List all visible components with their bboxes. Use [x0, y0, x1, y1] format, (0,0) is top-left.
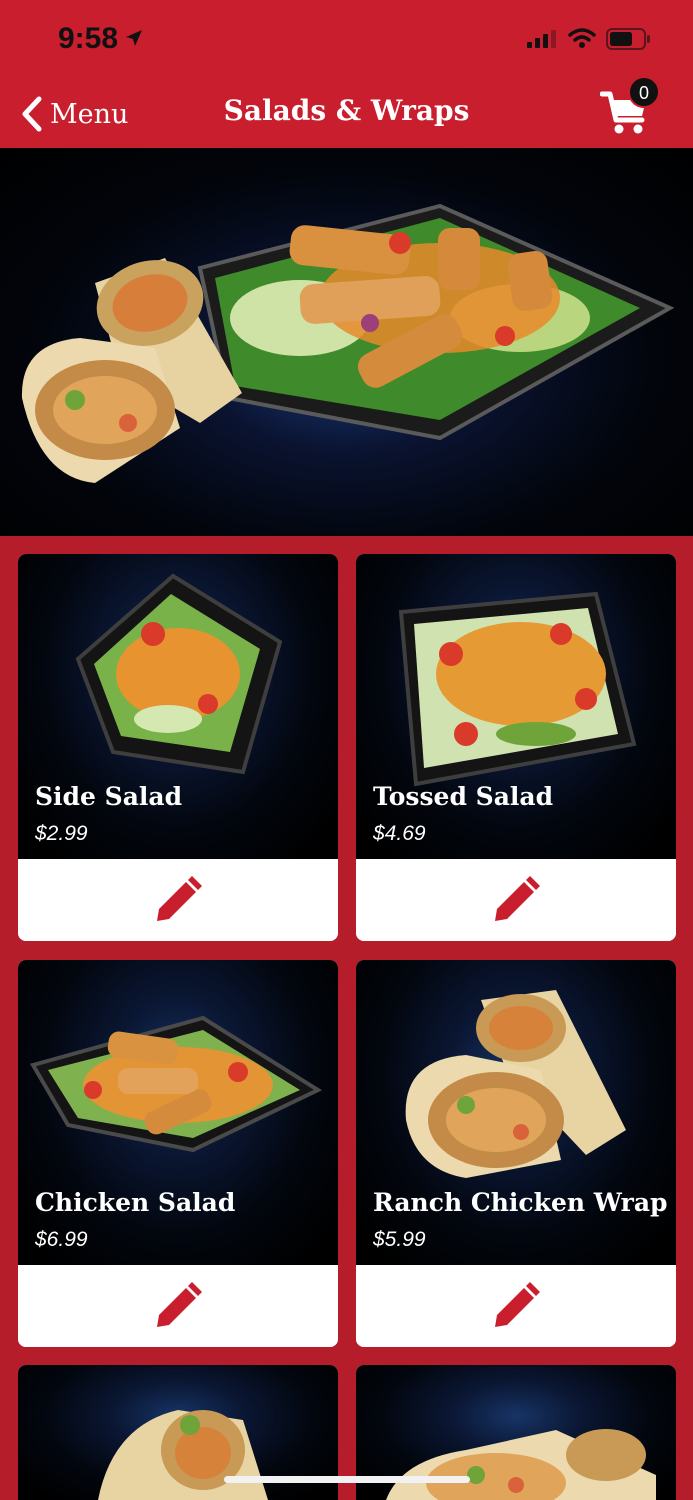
item-name: Chicken Salad: [35, 1188, 236, 1217]
status-time: 9:58: [58, 22, 119, 55]
nav-bar: Menu Salads & Wraps: [0, 80, 693, 148]
item-name: Ranch Chicken Wrap: [373, 1188, 668, 1217]
hero-image: [0, 148, 693, 536]
pencil-icon: [157, 1282, 202, 1327]
menu-item-card[interactable]: Tossed Salad $4.69: [356, 554, 676, 941]
item-price: $4.69: [373, 822, 426, 845]
item-price: $5.99: [373, 1228, 426, 1251]
customize-button[interactable]: [356, 1265, 676, 1347]
customize-button[interactable]: [18, 1265, 338, 1347]
tossed-salad-photo: Tossed Salad $4.69: [356, 554, 676, 859]
item-price: $2.99: [35, 822, 88, 845]
chicken-salad-photo: Chicken Salad $6.99: [18, 960, 338, 1265]
item-name: Tossed Salad: [373, 782, 554, 811]
home-indicator[interactable]: [224, 1476, 470, 1483]
menu-item-card[interactable]: Chicken Salad $6.99: [18, 960, 338, 1347]
pencil-icon: [495, 876, 540, 921]
wifi-icon: [568, 28, 596, 48]
side-salad-photo: Side Salad $2.99: [18, 554, 338, 859]
menu-item-card[interactable]: Ranch Chicken Wrap $5.99: [356, 960, 676, 1347]
menu-item-card[interactable]: Side Salad $2.99: [18, 554, 338, 941]
pencil-icon: [495, 1282, 540, 1327]
location-arrow-icon: [126, 30, 142, 46]
cellular-signal-icon: [527, 30, 556, 48]
status-bar: 9:58: [0, 0, 693, 80]
cart-count-badge: 0: [628, 76, 660, 108]
pencil-icon: [157, 876, 202, 921]
item-name: Side Salad: [35, 782, 183, 811]
salad-bowl-illustration: [197, 203, 675, 441]
customize-button[interactable]: [356, 859, 676, 941]
item-price: $6.99: [35, 1228, 88, 1251]
ranch-chicken-wrap-photo: Ranch Chicken Wrap $5.99: [356, 960, 676, 1265]
battery-icon: [606, 28, 650, 50]
page-title: Salads & Wraps: [223, 94, 470, 127]
customize-button[interactable]: [18, 859, 338, 941]
